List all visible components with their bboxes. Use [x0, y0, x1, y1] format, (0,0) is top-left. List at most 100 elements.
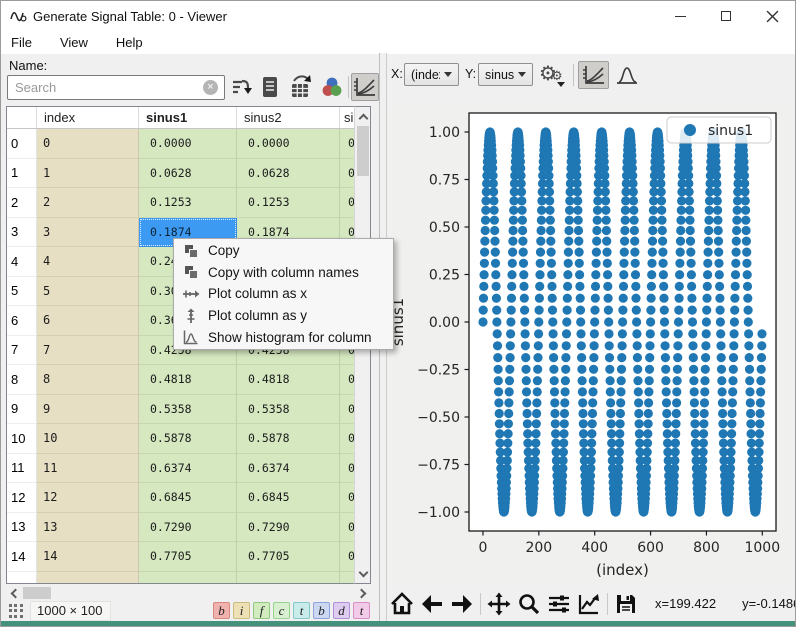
cell-sinus1[interactable]: 0.5878 [139, 424, 237, 454]
horizontal-scroll-thumb[interactable] [23, 587, 51, 599]
x-axis-select[interactable]: (index) [404, 63, 459, 86]
context-menu-item-plot-as-x[interactable]: Plot column as x [174, 283, 393, 305]
cell-sin[interactable] [340, 572, 355, 585]
cell-index[interactable]: 7 [37, 336, 139, 366]
cell-sinus1[interactable]: 0.5358 [139, 395, 237, 425]
maximize-button[interactable] [703, 1, 749, 31]
scroll-up-icon[interactable] [355, 108, 371, 124]
row-header-cell[interactable]: 9 [7, 395, 37, 425]
row-header-cell[interactable]: 10 [7, 424, 37, 454]
cell-sinus2[interactable]: 0.1253 [237, 188, 340, 218]
cell-sinus1[interactable] [139, 572, 237, 585]
menu-help[interactable]: Help [106, 35, 153, 50]
sort-rows-button[interactable] [227, 73, 255, 101]
cell-index[interactable]: 12 [37, 483, 139, 513]
figure-options-button[interactable] [574, 590, 604, 618]
plot-settings-button[interactable]: ⚙ ⚙ [537, 61, 569, 89]
scroll-down-icon[interactable] [355, 566, 371, 582]
forward-button[interactable] [447, 590, 477, 618]
cell-sin[interactable]: 0 [340, 513, 355, 543]
cell-index[interactable]: 3 [37, 218, 139, 248]
cell-sinus1[interactable]: 0.4818 [139, 365, 237, 395]
cell-index[interactable]: 4 [37, 247, 139, 277]
cell-sinus2[interactable]: 0.5358 [237, 395, 340, 425]
row-header-cell[interactable]: 11 [7, 454, 37, 484]
cell-sin[interactable]: 0 [340, 542, 355, 572]
histogram-view-button[interactable] [611, 61, 642, 89]
cell-index[interactable]: 1 [37, 159, 139, 189]
cell-index[interactable]: 13 [37, 513, 139, 543]
cell-sinus1[interactable]: 0.7705 [139, 542, 237, 572]
search-input[interactable] [8, 80, 203, 95]
scroll-right-icon[interactable] [355, 585, 371, 601]
row-header-cell[interactable] [7, 572, 37, 585]
cell-sinus2[interactable]: 0.0000 [237, 129, 340, 159]
context-menu-item-show-histogram[interactable]: Show histogram for column [174, 326, 393, 348]
cell-sinus1[interactable]: 0.6845 [139, 483, 237, 513]
row-header-cell[interactable]: 1 [7, 159, 37, 189]
row-header-cell[interactable]: 0 [7, 129, 37, 159]
cell-sinus2[interactable]: 0.6374 [237, 454, 340, 484]
cell-index[interactable]: 0 [37, 129, 139, 159]
cell-sinus1[interactable]: 0.6374 [139, 454, 237, 484]
cell-index[interactable]: 6 [37, 306, 139, 336]
cell-index[interactable]: 5 [37, 277, 139, 307]
cell-sin[interactable]: 0 [340, 395, 355, 425]
cell-sin[interactable]: 0 [340, 483, 355, 513]
cell-sinus2[interactable]: 0.6845 [237, 483, 340, 513]
row-header-cell[interactable]: 3 [7, 218, 37, 248]
context-menu-item-copy[interactable]: Copy [174, 240, 393, 262]
cell-sinus1[interactable]: 0.1253 [139, 188, 237, 218]
minimize-button[interactable] [657, 1, 703, 31]
row-header-cell[interactable]: 7 [7, 336, 37, 366]
context-menu-item-plot-as-y[interactable]: Plot column as y [174, 305, 393, 327]
row-header-cell[interactable]: 4 [7, 247, 37, 277]
scatter-plot[interactable]: 020040060080010001.000.750.500.250.00−0.… [387, 106, 796, 586]
column-header-sinus1[interactable]: sinus1 [139, 107, 237, 128]
cell-sinus2[interactable]: 0.4818 [237, 365, 340, 395]
menu-view[interactable]: View [50, 35, 98, 50]
cell-index[interactable]: 2 [37, 188, 139, 218]
scatter-view-button[interactable] [578, 61, 609, 89]
cell-index[interactable]: 9 [37, 395, 139, 425]
cell-index[interactable] [37, 572, 139, 585]
home-button[interactable] [387, 590, 417, 618]
toggle-colors-button[interactable] [318, 73, 346, 101]
recalculate-button[interactable] [287, 73, 315, 101]
cell-sin[interactable]: 0 [340, 129, 355, 159]
cell-sinus1[interactable]: 0.7290 [139, 513, 237, 543]
cell-sinus1[interactable]: 0.0628 [139, 159, 237, 189]
column-header-sinus2[interactable]: sinus2 [237, 107, 340, 128]
cell-sinus2[interactable]: 0.7705 [237, 542, 340, 572]
row-header-cell[interactable]: 14 [7, 542, 37, 572]
cell-index[interactable]: 8 [37, 365, 139, 395]
row-header-cell[interactable]: 2 [7, 188, 37, 218]
column-header-sin-truncated[interactable]: sin [340, 107, 355, 128]
row-header-cell[interactable]: 13 [7, 513, 37, 543]
cell-sin[interactable]: 0 [340, 424, 355, 454]
cell-sin[interactable]: 0 [340, 188, 355, 218]
cell-index[interactable]: 10 [37, 424, 139, 454]
cell-sinus2[interactable]: 0.0628 [237, 159, 340, 189]
attributes-button[interactable] [256, 73, 284, 101]
column-header-index[interactable]: index [37, 107, 139, 128]
cell-index[interactable]: 11 [37, 454, 139, 484]
row-header-cell[interactable]: 5 [7, 277, 37, 307]
cell-sin[interactable]: 0 [340, 159, 355, 189]
row-header-cell[interactable]: 6 [7, 306, 37, 336]
scroll-left-icon[interactable] [6, 585, 22, 601]
show-plot-button[interactable] [351, 73, 379, 101]
cell-sinus1[interactable]: 0.0000 [139, 129, 237, 159]
clear-search-icon[interactable]: × [203, 80, 218, 95]
subplot-config-button[interactable] [544, 590, 574, 618]
cell-sinus2[interactable]: 0.5878 [237, 424, 340, 454]
context-menu-item-copy-with-names[interactable]: Copy with column names [174, 262, 393, 284]
menu-file[interactable]: File [1, 35, 42, 50]
back-button[interactable] [417, 590, 447, 618]
row-header-cell[interactable]: 12 [7, 483, 37, 513]
zoom-button[interactable] [514, 590, 544, 618]
cell-index[interactable]: 14 [37, 542, 139, 572]
table-horizontal-scrollbar[interactable] [6, 585, 371, 601]
save-button[interactable] [611, 590, 641, 618]
cell-sinus2[interactable]: 0.7290 [237, 513, 340, 543]
